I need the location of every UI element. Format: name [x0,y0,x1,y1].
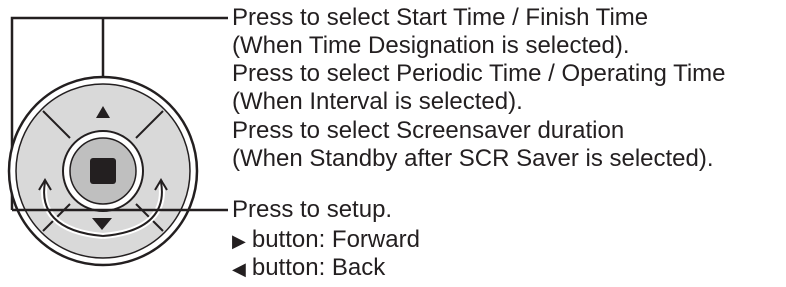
back-label: button: Back [251,254,386,281]
annotation-line-6: (When Standby after SCR Saver is selecte… [232,145,714,172]
forward-annotation: ▶ button: Forward [232,226,420,255]
directional-pad-icon [7,75,199,267]
annotation-line-2: (When Time Designation is selected). [232,32,630,59]
triangle-right-icon: ▶ [232,231,246,251]
stop-square-icon [90,158,116,184]
annotation-line-5: Press to select Screensaver duration [232,117,625,144]
annotation-line-3: Press to select Periodic Time / Operatin… [232,60,726,87]
forward-label: button: Forward [251,226,420,253]
back-annotation: ◀ button: Back [232,254,385,283]
triangle-left-icon: ◀ [232,259,246,279]
annotation-line-7: Press to setup. [232,196,393,223]
annotation-line-1: Press to select Start Time / Finish Time [232,4,649,31]
annotation-line-4: (When Interval is selected). [232,88,523,115]
